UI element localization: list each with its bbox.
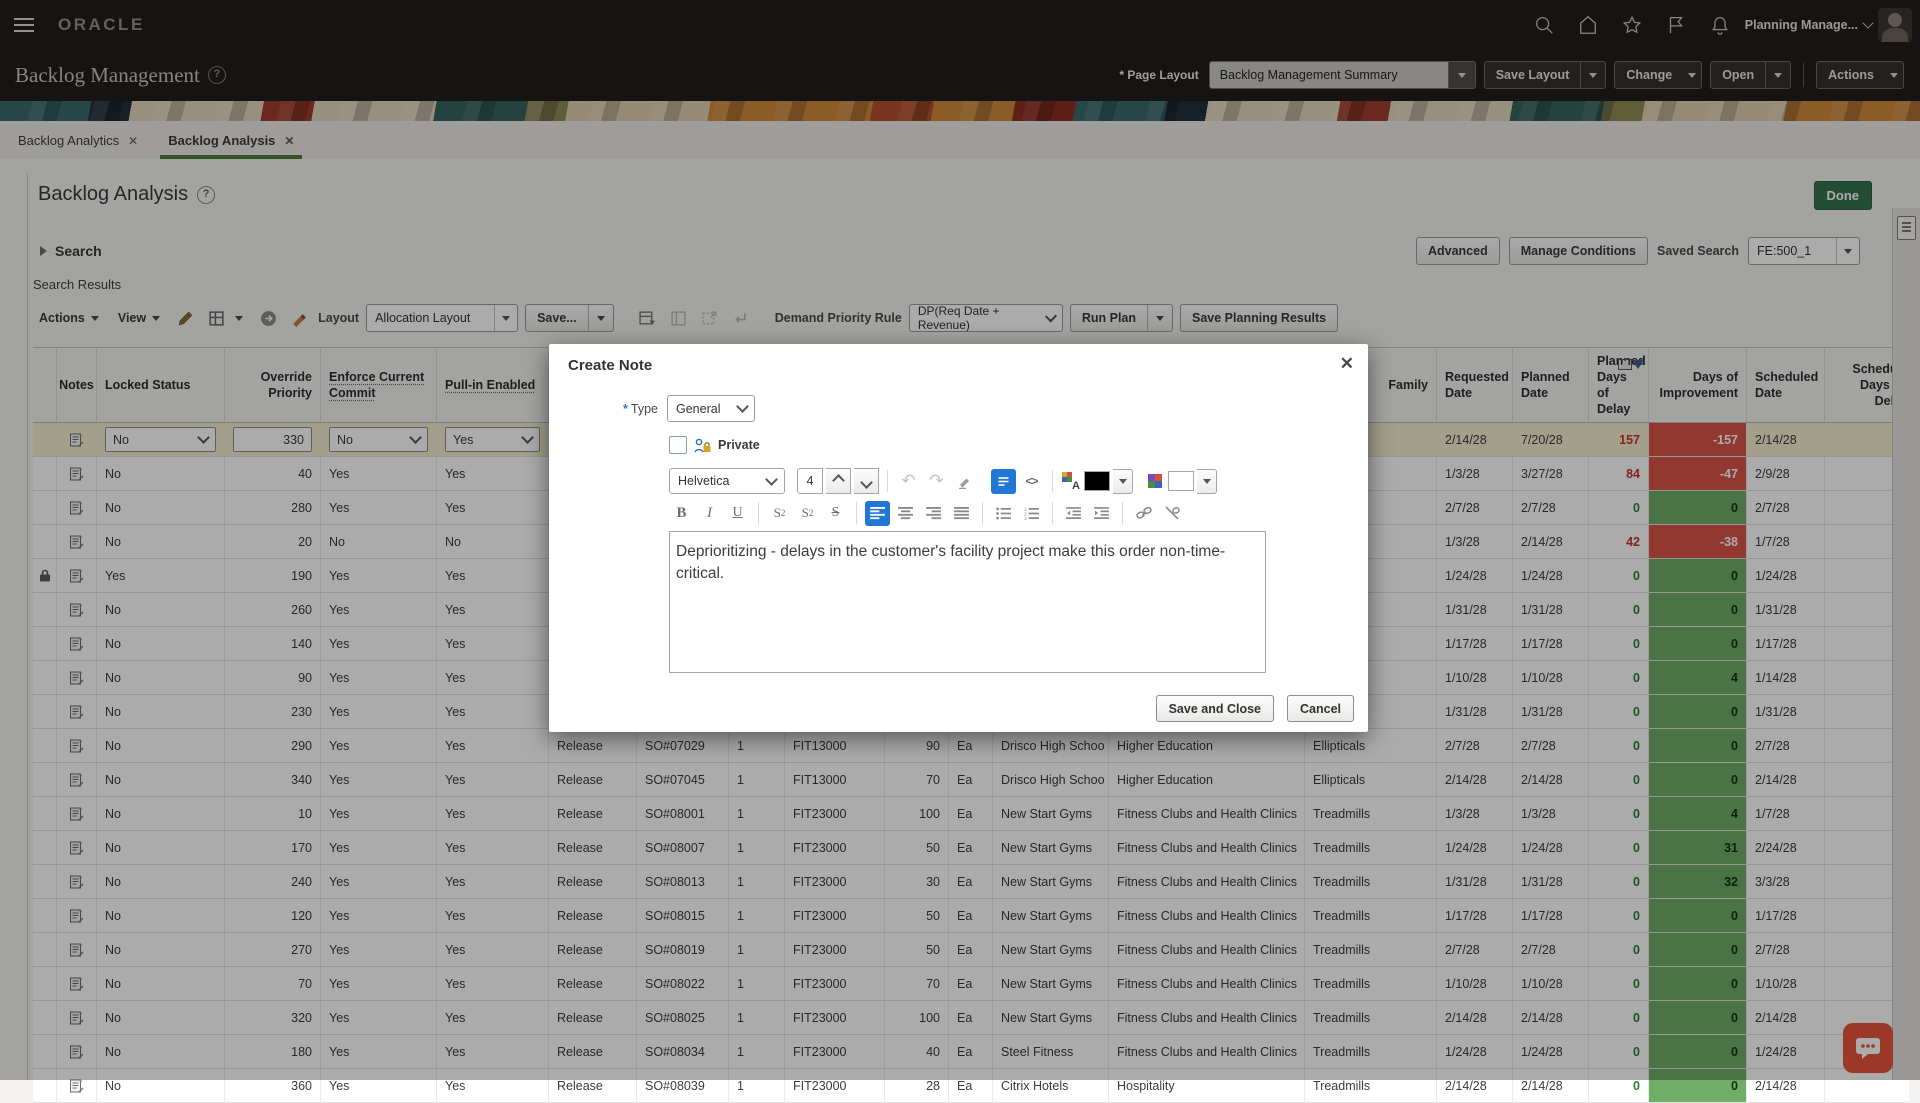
background-color-icon[interactable] bbox=[1145, 469, 1165, 494]
editor-toolbar-row2: B I U S2 S2 S 123 bbox=[669, 499, 1266, 527]
font-color-icon[interactable]: A bbox=[1061, 469, 1081, 494]
outdent-icon[interactable] bbox=[1061, 501, 1086, 526]
superscript-icon[interactable]: S2 bbox=[795, 501, 820, 526]
cancel-button[interactable]: Cancel bbox=[1287, 695, 1354, 722]
italic-icon[interactable]: I bbox=[697, 501, 722, 526]
source-mode-button[interactable]: <> bbox=[1019, 469, 1044, 494]
private-label: Private bbox=[718, 438, 760, 452]
save-and-close-button[interactable]: Save and Close bbox=[1156, 695, 1274, 722]
font-size-down-button[interactable] bbox=[854, 468, 879, 494]
align-right-icon[interactable] bbox=[921, 501, 946, 526]
dialog-title: Create Note bbox=[568, 357, 652, 374]
background-color-swatch[interactable] bbox=[1168, 471, 1194, 491]
indent-icon[interactable] bbox=[1089, 501, 1114, 526]
private-checkbox[interactable] bbox=[669, 436, 687, 454]
rich-text-editor: Helvetica 4 ↶ ↷ <> A B I U bbox=[669, 467, 1266, 673]
font-family-select[interactable]: Helvetica bbox=[669, 468, 785, 494]
align-left-icon[interactable] bbox=[865, 501, 890, 526]
redo-icon[interactable]: ↷ bbox=[924, 469, 949, 494]
underline-icon[interactable]: U bbox=[725, 501, 750, 526]
bullet-list-icon[interactable] bbox=[991, 501, 1016, 526]
chevron-down-icon bbox=[736, 400, 749, 413]
link-icon[interactable] bbox=[1131, 501, 1156, 526]
font-size-value[interactable]: 4 bbox=[797, 468, 823, 494]
required-marker: * bbox=[623, 402, 628, 416]
editor-toolbar-row1: Helvetica 4 ↶ ↷ <> A bbox=[669, 467, 1266, 495]
numbered-list-icon[interactable]: 123 bbox=[1019, 501, 1044, 526]
unlink-icon[interactable] bbox=[1159, 501, 1184, 526]
remove-format-icon[interactable] bbox=[952, 469, 977, 494]
bold-icon[interactable]: B bbox=[669, 501, 694, 526]
font-size-up-button[interactable] bbox=[826, 468, 851, 494]
close-icon[interactable]: ✕ bbox=[1340, 354, 1354, 374]
chevron-down-icon bbox=[765, 473, 778, 486]
private-lock-icon bbox=[694, 438, 711, 453]
font-color-swatch[interactable] bbox=[1084, 471, 1110, 491]
svg-text:3: 3 bbox=[1024, 516, 1027, 520]
strikethrough-icon[interactable]: S bbox=[823, 501, 848, 526]
note-type-select[interactable]: General bbox=[667, 395, 755, 422]
justify-icon[interactable] bbox=[949, 501, 974, 526]
rich-text-mode-button[interactable] bbox=[991, 469, 1016, 494]
create-note-dialog: Create Note ✕ *Type General Private Helv… bbox=[549, 344, 1368, 732]
subscript-icon[interactable]: S2 bbox=[767, 501, 792, 526]
background-color-dropdown[interactable] bbox=[1197, 469, 1217, 494]
type-label: *Type bbox=[549, 402, 658, 416]
align-center-icon[interactable] bbox=[893, 501, 918, 526]
undo-icon[interactable]: ↶ bbox=[896, 469, 921, 494]
note-icon bbox=[69, 1078, 84, 1093]
note-text-area[interactable]: Deprioritizing - delays in the customer'… bbox=[669, 531, 1266, 673]
font-color-dropdown[interactable] bbox=[1113, 469, 1133, 494]
